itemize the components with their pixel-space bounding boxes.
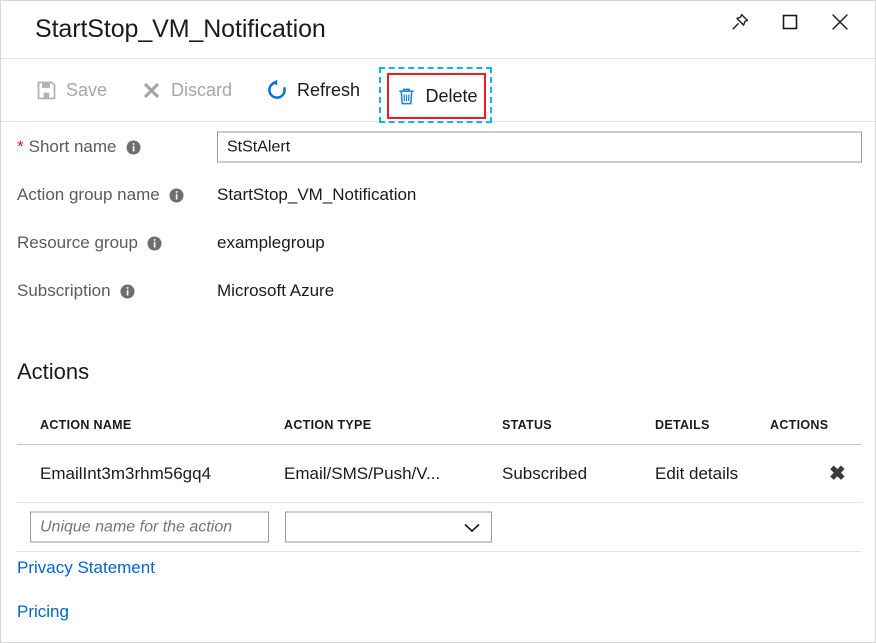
column-header-action-type: ACTION TYPE [284,418,371,432]
save-button[interactable]: Save [29,69,113,111]
chevron-down-icon [463,521,481,533]
window-controls [725,7,855,37]
info-icon[interactable] [120,284,135,299]
table-row: EmailInt3m3rhm56gq4 Email/SMS/Push/V... … [17,445,862,503]
refresh-icon [266,79,288,101]
title-bar: StartStop_VM_Notification [1,1,875,59]
remove-action-icon[interactable]: ✖ [829,464,846,484]
discard-button[interactable]: Discard [134,69,238,111]
refresh-button[interactable]: Refresh [260,69,366,111]
short-name-input[interactable] [217,132,862,163]
required-marker: * [17,137,24,157]
close-icon[interactable] [825,7,855,37]
property-row-action-group-name: Action group name StartStop_VM_Notificat… [1,171,875,219]
info-icon[interactable] [169,188,184,203]
column-header-action-name: ACTION NAME [40,418,132,432]
info-icon[interactable] [126,140,141,155]
action-group-name-value: StartStop_VM_Notification [217,185,416,205]
new-action-name-input[interactable] [30,512,269,543]
save-label: Save [66,80,107,101]
delete-highlight-box: Delete [387,73,486,119]
resource-group-label: Resource group [17,233,162,253]
short-name-label-text: Short name [29,137,117,157]
delete-label: Delete [425,86,477,107]
pricing-link[interactable]: Pricing [17,602,69,622]
property-row-short-name: * Short name [1,123,875,171]
subscription-value: Microsoft Azure [217,281,334,301]
table-header-row: ACTION NAME ACTION TYPE STATUS DETAILS A… [17,406,862,445]
discard-label: Discard [171,80,232,101]
pin-icon[interactable] [725,7,755,37]
properties-list: * Short name Action group name [1,123,875,315]
resource-group-label-text: Resource group [17,233,138,253]
edit-details-link[interactable]: Edit details [655,464,738,484]
action-group-name-label: Action group name [17,185,184,205]
action-group-name-label-text: Action group name [17,185,160,205]
subscription-label: Subscription [17,281,135,301]
property-row-resource-group: Resource group examplegroup [1,219,875,267]
cell-status: Subscribed [502,464,587,484]
new-action-type-select[interactable] [285,512,492,543]
actions-table: ACTION NAME ACTION TYPE STATUS DETAILS A… [17,406,862,552]
info-icon[interactable] [147,236,162,251]
column-header-details: DETAILS [655,418,710,432]
cell-action-name: EmailInt3m3rhm56gq4 [40,464,211,484]
maximize-icon[interactable] [775,7,805,37]
short-name-label: * Short name [17,137,141,157]
subscription-label-text: Subscription [17,281,111,301]
privacy-statement-link[interactable]: Privacy Statement [17,558,155,578]
column-header-status: STATUS [502,418,552,432]
delete-button[interactable]: Delete [389,75,484,117]
refresh-label: Refresh [297,80,360,101]
page-title: StartStop_VM_Notification [35,15,326,44]
resource-group-value: examplegroup [217,233,325,253]
trash-icon [395,85,417,107]
new-action-row [17,503,862,552]
actions-section-title: Actions [17,359,89,385]
cell-action-type: Email/SMS/Push/V... [284,464,440,484]
save-icon [35,79,57,101]
action-group-blade: StartStop_VM_Notification [0,0,876,643]
delete-focus-outline: Delete [379,67,492,123]
discard-x-icon [140,79,162,101]
column-header-actions: ACTIONS [770,418,828,432]
property-row-subscription: Subscription Microsoft Azure [1,267,875,315]
